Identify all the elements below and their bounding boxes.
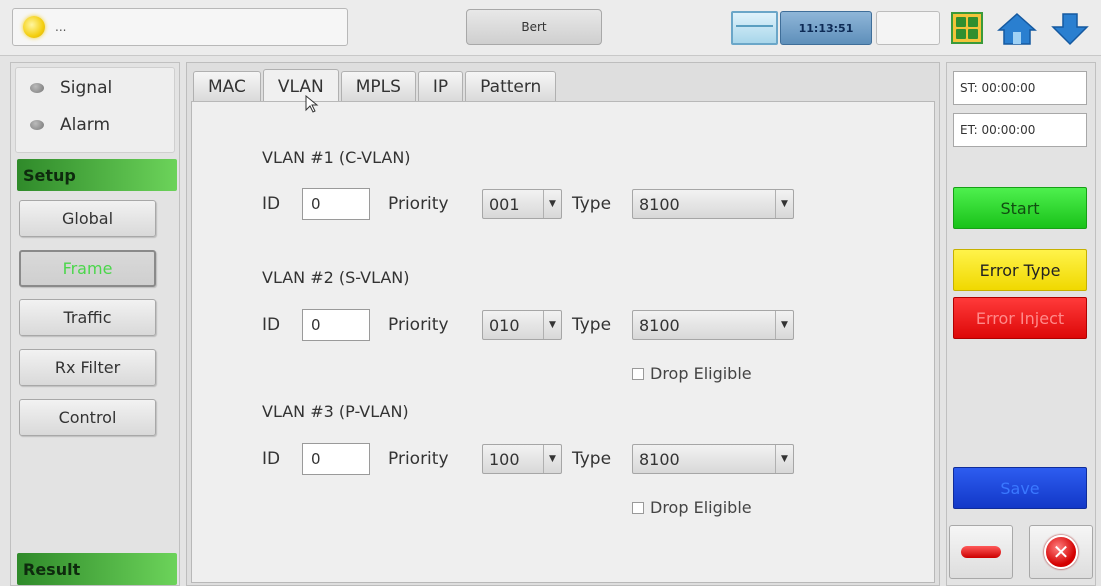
setup-header[interactable]: Setup (17, 159, 177, 191)
chevron-down-icon: ▼ (775, 445, 793, 473)
signal-label: Signal (60, 78, 113, 98)
end-time-display: ET: 00:00:00 (953, 113, 1087, 147)
error-inject-button[interactable]: Error Inject (953, 297, 1087, 339)
vlan2-id-input[interactable] (302, 309, 370, 341)
start-button[interactable]: Start (953, 187, 1087, 229)
tab-vlan[interactable]: VLAN (262, 69, 339, 103)
vlan2-priority-value: 010 (489, 315, 520, 335)
main-panel: MAC VLAN MPLS IP Pattern VLAN #1 (C-VLAN… (186, 62, 940, 586)
chevron-down-icon: ▼ (543, 311, 561, 339)
vlan3-id-label: ID (262, 449, 281, 469)
vlan2-drop-eligible-label: Drop Eligible (650, 364, 752, 383)
right-panel: ST: 00:00:00 ET: 00:00:00 Start Error Ty… (946, 62, 1096, 586)
nav-global-button[interactable]: Global (19, 200, 156, 237)
minus-icon (961, 546, 1001, 558)
alarm-indicator: Alarm (30, 115, 110, 135)
vlan3-priority-label: Priority (388, 449, 449, 469)
chevron-down-icon: ▼ (775, 311, 793, 339)
tab-mac[interactable]: MAC (193, 71, 261, 101)
vlan1-type-label: Type (572, 194, 612, 214)
vlan3-type-label: Type (572, 449, 612, 469)
nav-traffic-button[interactable]: Traffic (19, 299, 156, 336)
signal-indicator: Signal (30, 78, 112, 98)
close-button[interactable]: ✕ (1029, 525, 1093, 579)
tab-pattern[interactable]: Pattern (465, 71, 557, 101)
left-panel: Signal Alarm Setup Global Frame Traffic … (10, 62, 180, 586)
signal-led-icon (30, 83, 44, 93)
indicator-box: Signal Alarm (15, 67, 175, 153)
vlan3-type-select[interactable]: 8100 ▼ (632, 444, 794, 474)
mouse-cursor-icon (305, 95, 319, 113)
alarm-led-icon (30, 120, 44, 130)
chevron-down-icon: ▼ (775, 190, 793, 218)
status-light-icon (23, 16, 45, 38)
status-bar[interactable]: ... (12, 8, 348, 46)
tab-mpls[interactable]: MPLS (340, 71, 416, 101)
vlan3-id-input[interactable] (302, 443, 370, 475)
nav-rx-filter-button[interactable]: Rx Filter (19, 349, 156, 386)
alarm-label: Alarm (60, 115, 111, 135)
vlan3-drop-eligible-checkbox[interactable] (632, 501, 644, 514)
top-bar: ... Bert 11:13:51 (0, 0, 1101, 56)
vlan1-type-value: 8100 (639, 194, 680, 214)
vlan3-priority-value: 100 (489, 449, 520, 469)
apps-grid-icon[interactable] (951, 12, 983, 44)
vlan1-id-label: ID (262, 194, 281, 214)
nav-frame-button[interactable]: Frame (19, 250, 156, 287)
empty-indicator (876, 11, 940, 45)
remove-button[interactable] (949, 525, 1013, 579)
vlan1-priority-value: 001 (489, 194, 520, 214)
error-type-button[interactable]: Error Type (953, 249, 1087, 291)
start-time-display: ST: 00:00:00 (953, 71, 1087, 105)
mode-button[interactable]: Bert (466, 9, 602, 45)
vlan3-drop-eligible[interactable]: Drop Eligible (632, 498, 752, 517)
vlan3-priority-select[interactable]: 100 ▼ (482, 444, 562, 474)
vlan2-type-label: Type (572, 315, 612, 335)
vlan2-priority-label: Priority (388, 315, 449, 335)
home-icon[interactable] (997, 12, 1037, 46)
result-header[interactable]: Result (17, 553, 177, 585)
vlan2-type-select[interactable]: 8100 ▼ (632, 310, 794, 340)
vlan3-title: VLAN #3 (P-VLAN) (262, 402, 409, 421)
arrow-down-icon[interactable] (1050, 12, 1090, 46)
tab-ip[interactable]: IP (417, 71, 464, 101)
status-text: ... (55, 20, 67, 34)
nav-control-button[interactable]: Control (19, 399, 156, 436)
vlan1-title: VLAN #1 (C-VLAN) (262, 148, 411, 167)
vlan1-priority-select[interactable]: 001 ▼ (482, 189, 562, 219)
close-icon: ✕ (1044, 535, 1078, 569)
tab-bar: MAC VLAN MPLS IP Pattern (193, 69, 558, 103)
save-button[interactable]: Save (953, 467, 1087, 509)
vlan2-priority-select[interactable]: 010 ▼ (482, 310, 562, 340)
vlan3-drop-eligible-label: Drop Eligible (650, 498, 752, 517)
vlan1-id-input[interactable] (302, 188, 370, 220)
vlan2-drop-eligible[interactable]: Drop Eligible (632, 364, 752, 383)
vlan1-priority-label: Priority (388, 194, 449, 214)
vlan1-type-select[interactable]: 8100 ▼ (632, 189, 794, 219)
vlan2-drop-eligible-checkbox[interactable] (632, 367, 644, 380)
vlan2-id-label: ID (262, 315, 281, 335)
chevron-down-icon: ▼ (543, 445, 561, 473)
vlan-settings-panel: VLAN #1 (C-VLAN) ID Priority 001 ▼ Type … (191, 101, 935, 583)
vlan2-title: VLAN #2 (S-VLAN) (262, 268, 410, 287)
chevron-down-icon: ▼ (543, 190, 561, 218)
screen-icon[interactable] (731, 11, 778, 45)
vlan3-type-value: 8100 (639, 449, 680, 469)
vlan2-type-value: 8100 (639, 315, 680, 335)
clock-display: 11:13:51 (780, 11, 872, 45)
